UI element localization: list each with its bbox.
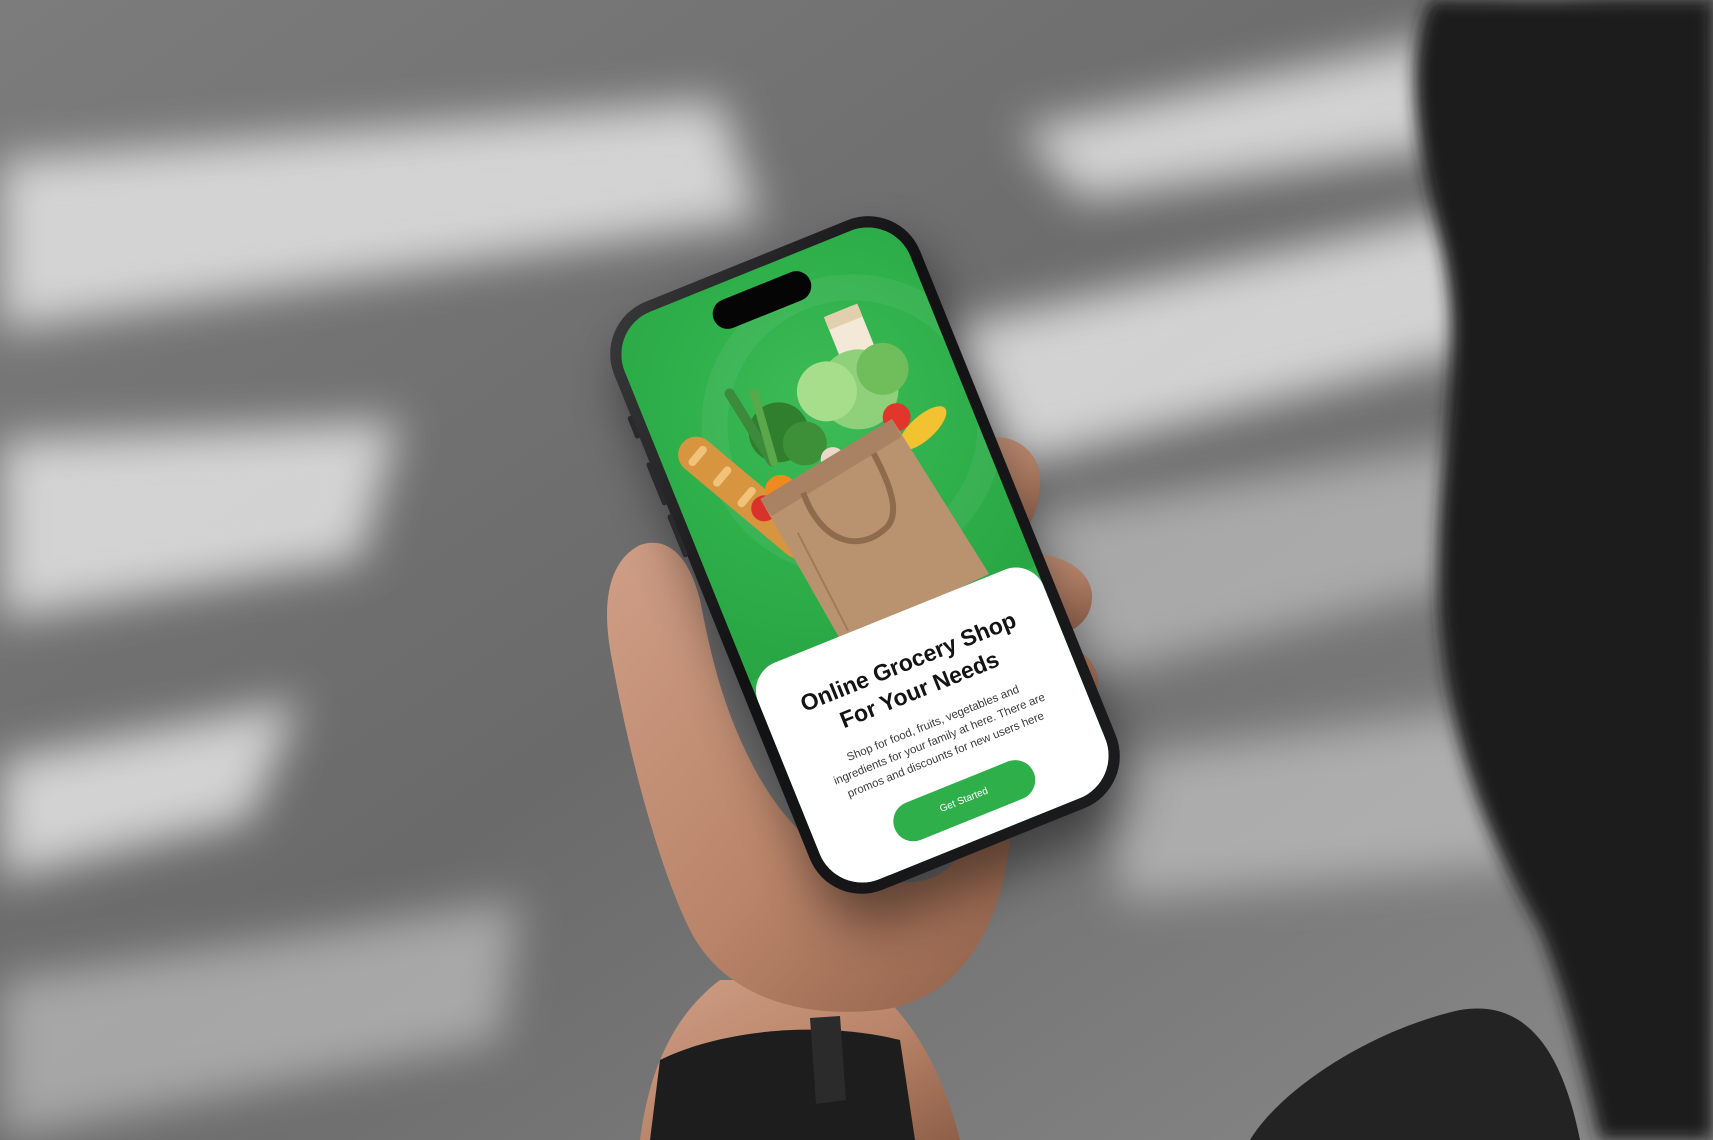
photo-scene: Online Grocery Shop For Your Needs Shop … <box>0 0 1713 1140</box>
